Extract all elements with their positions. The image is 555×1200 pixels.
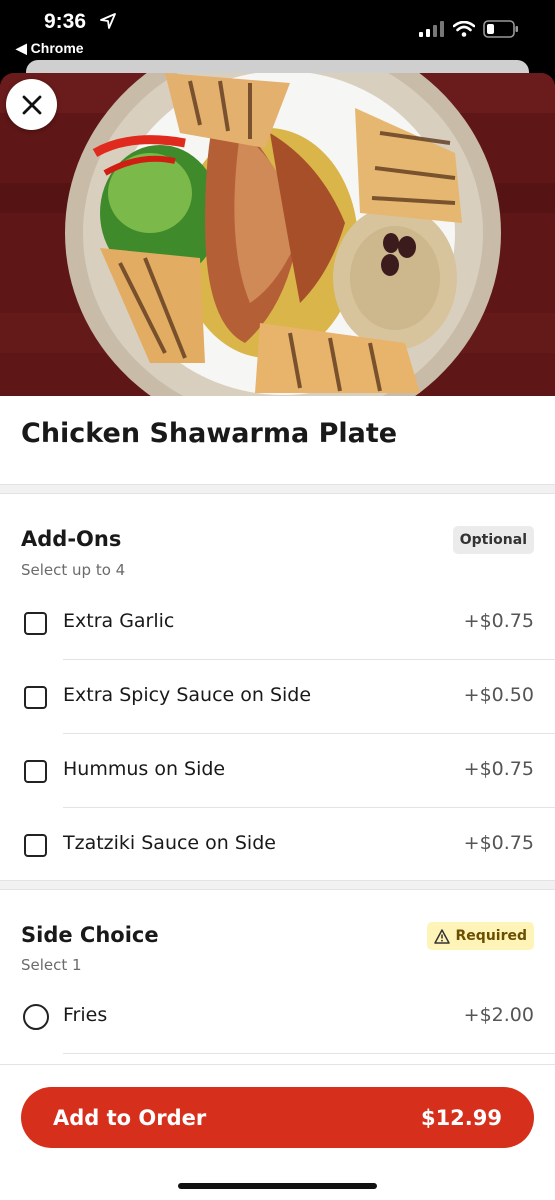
addons-section-subtitle: Select up to 4	[21, 561, 126, 579]
battery-icon	[483, 20, 518, 38]
location-arrow-icon	[100, 13, 116, 29]
addon-option-extra-spicy-sauce[interactable]: Extra Spicy Sauce on Side +$0.50	[0, 660, 555, 734]
close-icon	[22, 95, 41, 114]
addon-option-extra-garlic[interactable]: Extra Garlic +$0.75	[0, 586, 555, 660]
checkbox[interactable]	[24, 612, 47, 635]
side-price: +$2.00	[463, 1004, 534, 1026]
optional-badge: Optional	[452, 526, 534, 554]
addon-price: +$0.75	[463, 610, 534, 632]
radio-button[interactable]	[23, 1004, 49, 1030]
status-icons	[419, 20, 519, 38]
close-button[interactable]	[6, 79, 57, 130]
side-option-fries[interactable]: Fries +$2.00	[0, 980, 555, 1054]
addon-price: +$0.75	[463, 758, 534, 780]
addon-label: Tzatziki Sauce on Side	[63, 832, 276, 854]
item-detail-content[interactable]: Chicken Shawarma Plate Add-Ons Select up…	[0, 396, 555, 1064]
checkbox[interactable]	[24, 834, 47, 857]
order-footer: Add to Order $12.99	[0, 1064, 555, 1200]
back-to-app-link[interactable]: ◀ Chrome	[16, 40, 84, 57]
wifi-icon	[453, 21, 475, 37]
required-badge-label: Required	[455, 928, 527, 944]
addon-option-hummus[interactable]: Hummus on Side +$0.75	[0, 734, 555, 808]
status-time: 9:36	[44, 10, 87, 33]
order-total: $12.99	[420, 1105, 502, 1130]
home-indicator[interactable]	[178, 1183, 377, 1189]
item-title: Chicken Shawarma Plate	[21, 418, 398, 449]
section-divider	[0, 484, 555, 494]
addon-price: +$0.75	[463, 832, 534, 854]
optional-badge-label: Optional	[459, 532, 527, 548]
checkbox[interactable]	[24, 760, 47, 783]
add-to-order-button[interactable]: Add to Order $12.99	[21, 1087, 534, 1148]
row-divider	[63, 1053, 555, 1054]
side-choice-section-title: Side Choice	[21, 923, 159, 947]
checkbox[interactable]	[24, 686, 47, 709]
addons-section-title: Add-Ons	[21, 527, 122, 551]
required-badge: Required	[426, 922, 534, 950]
side-label: Fries	[63, 1004, 108, 1026]
addon-label: Extra Garlic	[63, 610, 175, 632]
section-divider	[0, 880, 555, 890]
addon-label: Hummus on Side	[63, 758, 226, 780]
warning-icon	[433, 928, 450, 944]
addon-price: +$0.50	[463, 684, 534, 706]
signal-icon	[419, 21, 444, 37]
add-to-order-label: Add to Order	[53, 1105, 207, 1130]
item-photo	[0, 73, 555, 396]
addon-option-tzatziki[interactable]: Tzatziki Sauce on Side +$0.75	[0, 808, 555, 882]
status-bar: 9:36 ◀ Chrome	[0, 0, 555, 62]
addon-label: Extra Spicy Sauce on Side	[63, 684, 312, 706]
side-choice-section-subtitle: Select 1	[21, 956, 82, 974]
